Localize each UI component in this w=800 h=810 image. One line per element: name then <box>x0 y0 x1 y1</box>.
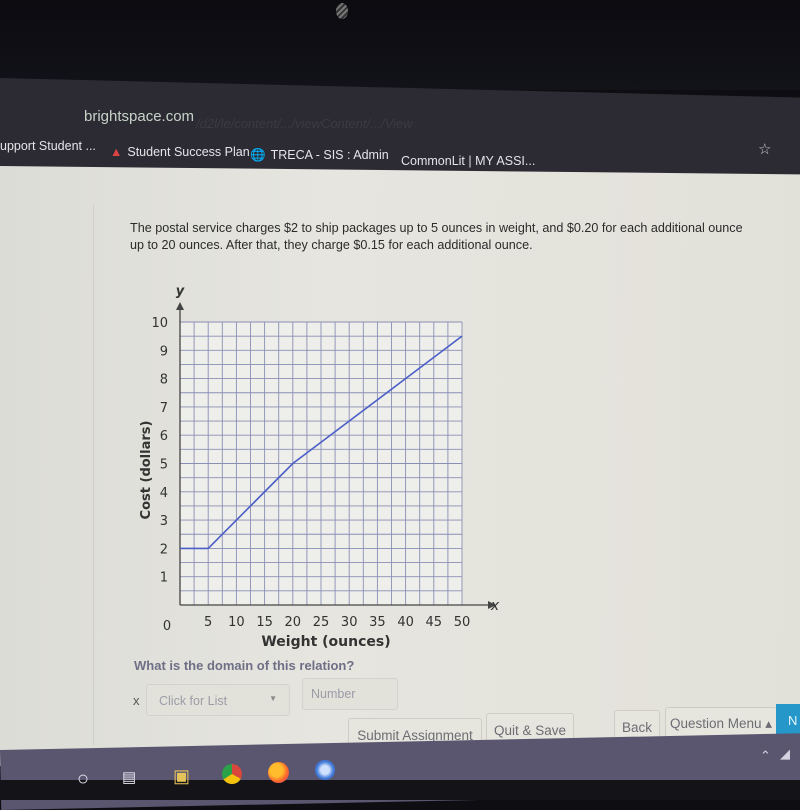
y-tick-label: 3 <box>160 514 168 529</box>
x-tick-label: 50 <box>454 615 471 630</box>
y-tick-label: 1 <box>160 571 168 586</box>
y-tick-label: 5 <box>160 458 168 473</box>
flame-icon: ▲ <box>110 145 122 159</box>
y-axis-letter: y <box>176 284 185 299</box>
x-tick-label: 20 <box>285 615 302 630</box>
x-tick-label: 30 <box>341 615 358 630</box>
url-domain[interactable]: brightspace.com <box>84 108 194 125</box>
chevron-up-icon[interactable]: ⌃ <box>760 748 771 764</box>
x-prefix-label: x <box>133 693 140 708</box>
question-prompt: What is the domain of this relation? <box>134 658 354 673</box>
y-tick-label: 10 <box>151 316 168 331</box>
y-axis-arrow <box>176 302 184 310</box>
y-tick-label: 6 <box>160 429 168 444</box>
y-tick-label: 9 <box>160 344 168 359</box>
webcam-icon <box>336 3 348 19</box>
bookmark-support-student[interactable]: upport Student ... <box>0 139 96 153</box>
content-divider <box>93 205 94 745</box>
y-tick-label: 4 <box>160 486 168 501</box>
globe-icon: 🌐 <box>250 148 266 163</box>
bookmarks-bar: upport Student ... ▲Student Success Plan… <box>0 138 800 168</box>
origin-label: 0 <box>163 619 171 634</box>
number-input[interactable]: Number <box>302 678 398 710</box>
y-axis-label: Cost (dollars) <box>139 421 154 520</box>
x-tick-label: 45 <box>426 615 443 630</box>
dropdown-placeholder: Click for List <box>159 694 227 708</box>
wifi-icon[interactable]: ◢ <box>780 746 790 762</box>
file-explorer-icon[interactable]: ▣ <box>173 766 190 787</box>
x-tick-label: 25 <box>313 615 330 630</box>
firefox-icon[interactable] <box>268 762 289 788</box>
y-tick-label: 2 <box>160 542 168 557</box>
x-tick-label: 10 <box>228 615 245 630</box>
x-tick-label: 5 <box>204 615 212 630</box>
task-view-icon[interactable]: ▤ <box>122 768 136 786</box>
x-axis-letter: x <box>490 598 500 614</box>
taskbar-shadow <box>0 780 800 800</box>
x-tick-label: 15 <box>256 615 273 630</box>
chart: 510152025303540455012345678910 Weight (o… <box>130 280 510 650</box>
search-circle-icon[interactable]: ○ <box>77 768 89 791</box>
chevron-down-icon: ▼ <box>269 694 277 703</box>
y-tick-label: 7 <box>160 401 168 416</box>
x-axis-label: Weight (ounces) <box>261 634 390 650</box>
y-tick-label: 8 <box>160 373 168 388</box>
x-tick-label: 35 <box>369 615 386 630</box>
number-placeholder: Number <box>311 687 355 701</box>
bookmark-student-success-plan[interactable]: ▲Student Success Plan <box>110 145 250 159</box>
screen-bezel <box>0 0 800 90</box>
app-icon[interactable] <box>315 760 335 785</box>
chrome-icon[interactable] <box>222 764 242 789</box>
url-path[interactable]: /d2l/le/content/.../viewContent/.../View <box>196 116 413 131</box>
bookmark-treca-sis[interactable]: 🌐TRECA - SIS : Admin <box>250 148 389 163</box>
domain-dropdown[interactable]: Click for List ▼ <box>146 684 290 716</box>
x-tick-label: 40 <box>397 615 414 630</box>
chart-grid <box>180 322 462 605</box>
star-icon[interactable]: ☆ <box>758 140 771 158</box>
problem-statement: The postal service charges $2 to ship pa… <box>130 220 750 254</box>
bookmark-commonlit[interactable]: CommonLit | MY ASSI... <box>401 154 535 168</box>
